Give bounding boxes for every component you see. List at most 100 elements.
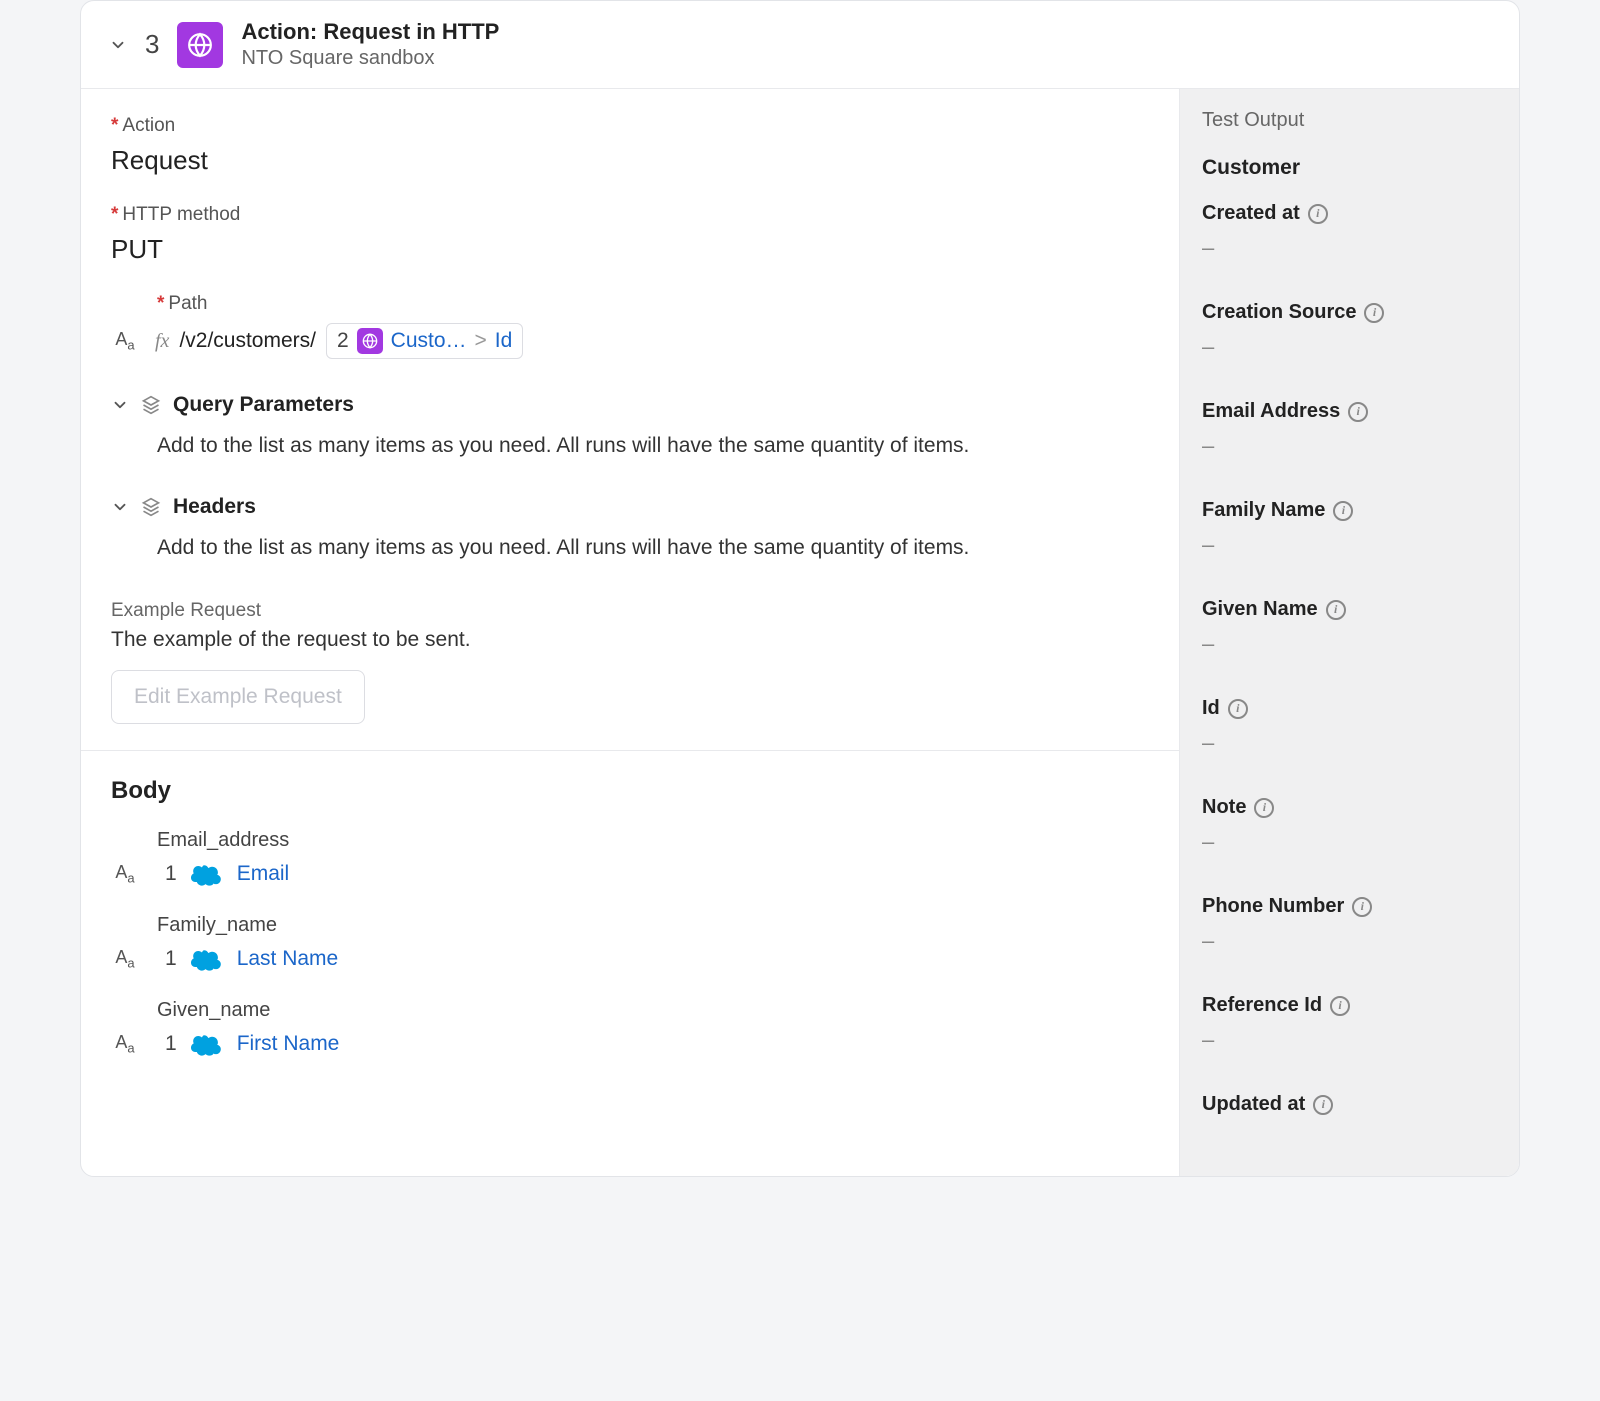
output-item: Given Name i – [1202, 598, 1497, 657]
path-label: Path [157, 293, 1149, 315]
edit-example-button[interactable]: Edit Example Request [111, 670, 365, 724]
fx-icon: fx [155, 330, 169, 353]
output-label-text: Phone Number [1202, 895, 1344, 918]
example-desc: The example of the request to be sent. [111, 628, 1149, 652]
body-field-link: First Name [237, 1032, 340, 1056]
output-item-label: Created at i [1202, 202, 1497, 225]
output-group: Customer [1202, 156, 1497, 180]
body-value-row[interactable]: Aa 1 Last Name [111, 947, 1149, 971]
ref-number: 1 [165, 1032, 177, 1056]
info-icon[interactable]: i [1313, 1095, 1333, 1115]
info-icon[interactable]: i [1330, 996, 1350, 1016]
body-title: Body [111, 777, 1149, 805]
config-panel: Action Request HTTP method PUT Path Aa f… [81, 89, 1179, 1176]
info-icon[interactable]: i [1333, 501, 1353, 521]
salesforce-icon [191, 947, 223, 971]
output-label-text: Updated at [1202, 1093, 1305, 1116]
output-item-value: – [1202, 433, 1497, 459]
method-label: HTTP method [111, 204, 1149, 226]
output-label-text: Created at [1202, 202, 1300, 225]
info-icon[interactable]: i [1254, 798, 1274, 818]
qp-title: Query Parameters [173, 393, 354, 417]
headers-toggle[interactable]: Headers [111, 495, 1149, 519]
output-item-label: Notei [1202, 796, 1497, 819]
step-card: 3 Action: Request in HTTP NTO Square san… [80, 0, 1520, 1177]
text-type-icon: Aa [111, 329, 139, 353]
chip-text-1: Custo… [391, 329, 467, 353]
body-value-row[interactable]: Aa 1 First Name [111, 1032, 1149, 1056]
salesforce-icon [191, 862, 223, 886]
output-item: Reference Idi– [1202, 994, 1497, 1053]
info-icon[interactable]: i [1308, 204, 1328, 224]
output-item-value: – [1202, 631, 1497, 657]
step-title: Action: Request in HTTP [241, 19, 499, 45]
body-field: Given_name Aa 1 First Name [111, 999, 1149, 1056]
method-value: PUT [111, 234, 1149, 265]
query-params-toggle[interactable]: Query Parameters [111, 393, 1149, 417]
step-subtitle: NTO Square sandbox [241, 47, 499, 70]
body-field-label: Given_name [157, 999, 1149, 1022]
output-item-label: Phone Number i [1202, 895, 1497, 918]
ref-number: 1 [165, 947, 177, 971]
output-item-value: – [1202, 829, 1497, 855]
body-field-label: Email_address [157, 829, 1149, 852]
body-field: Family_name Aa 1 Last Name [111, 914, 1149, 971]
chip-text-2: Id [495, 329, 513, 353]
test-output-panel: Test Output Customer Created ati–Creatio… [1179, 89, 1519, 1176]
info-icon[interactable]: i [1348, 402, 1368, 422]
output-label-text: Id [1202, 697, 1220, 720]
output-item-value: – [1202, 928, 1497, 954]
text-type-icon: Aa [111, 947, 139, 971]
output-item-label: Updated at i [1202, 1093, 1497, 1116]
output-label-text: Creation Source [1202, 301, 1356, 324]
output-item: Updated at i [1202, 1093, 1497, 1116]
info-icon[interactable]: i [1228, 699, 1248, 719]
output-item: Creation Source i – [1202, 301, 1497, 360]
output-item-label: Given Name i [1202, 598, 1497, 621]
salesforce-icon [191, 1032, 223, 1056]
info-icon[interactable]: i [1352, 897, 1372, 917]
output-item-label: Email Address i [1202, 400, 1497, 423]
chevron-down-icon [109, 36, 127, 54]
chevron-down-icon [111, 498, 129, 516]
ref-number: 1 [165, 862, 177, 886]
output-item-value: – [1202, 334, 1497, 360]
layers-icon [141, 497, 161, 517]
body-field-label: Family_name [157, 914, 1149, 937]
info-icon[interactable]: i [1364, 303, 1384, 323]
text-type-icon: Aa [111, 1032, 139, 1056]
path-input-row[interactable]: Aa fx /v2/customers/ 2 Custo… > Id [111, 323, 1149, 359]
output-item: Phone Number i – [1202, 895, 1497, 954]
output-label-text: Given Name [1202, 598, 1318, 621]
body-value-row[interactable]: Aa 1 Email [111, 862, 1149, 886]
output-item-label: Reference Idi [1202, 994, 1497, 1017]
path-text: /v2/customers/ [179, 329, 316, 353]
step-header[interactable]: 3 Action: Request in HTTP NTO Square san… [81, 1, 1519, 89]
output-title: Test Output [1202, 109, 1497, 132]
output-item-value: – [1202, 235, 1497, 261]
action-label: Action [111, 115, 1149, 137]
output-item-label: Idi [1202, 697, 1497, 720]
step-number: 3 [145, 29, 159, 60]
output-item: Family Namei– [1202, 499, 1497, 558]
info-icon[interactable]: i [1326, 600, 1346, 620]
headers-desc: Add to the list as many items as you nee… [157, 533, 1149, 563]
layers-icon [141, 395, 161, 415]
output-item-value: – [1202, 532, 1497, 558]
output-item-value: – [1202, 730, 1497, 756]
globe-icon [357, 328, 383, 354]
body-field-link: Last Name [237, 947, 339, 971]
output-item: Email Address i – [1202, 400, 1497, 459]
headers-title: Headers [173, 495, 256, 519]
output-item: Idi – [1202, 697, 1497, 756]
example-label: Example Request [111, 600, 1149, 622]
text-type-icon: Aa [111, 862, 139, 886]
output-item: Notei – [1202, 796, 1497, 855]
chip-sep: > [475, 329, 487, 353]
path-variable-chip[interactable]: 2 Custo… > Id [326, 323, 523, 359]
output-label-text: Note [1202, 796, 1246, 819]
body-field-link: Email [237, 862, 290, 886]
output-label-text: Email Address [1202, 400, 1340, 423]
chevron-down-icon [111, 396, 129, 414]
chip-number: 2 [337, 329, 349, 353]
